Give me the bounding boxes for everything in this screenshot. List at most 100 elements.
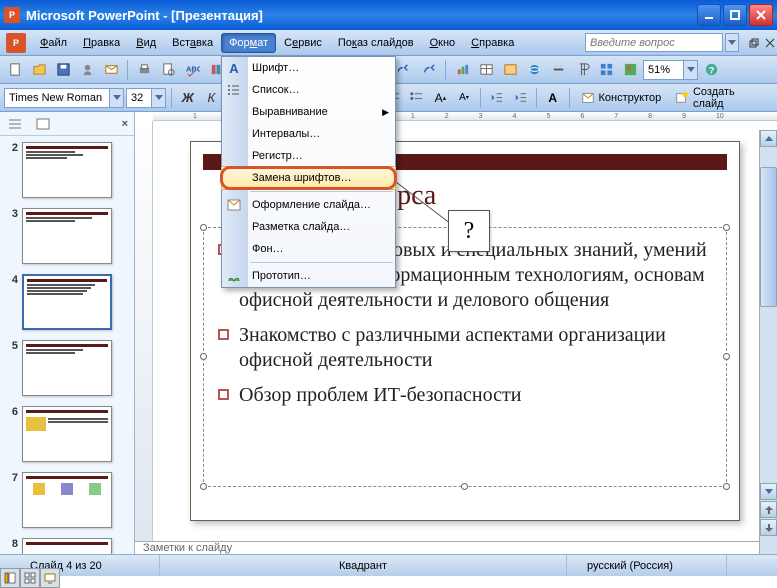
status-template: Квадрант (160, 555, 567, 576)
help-search-dropdown[interactable] (725, 33, 739, 52)
font-color-button[interactable]: A (542, 87, 564, 109)
vertical-ruler[interactable] (135, 121, 153, 541)
maximize-button[interactable] (723, 4, 747, 26)
menu-item-prototype[interactable]: Прототип… (222, 265, 395, 287)
thumbnails-list[interactable]: 2 3 4 5 6 7 8 (0, 136, 134, 554)
bold-button[interactable]: Ж (177, 87, 199, 109)
thumbnail-slide[interactable] (22, 406, 112, 462)
menu-window[interactable]: Окно (422, 33, 464, 53)
normal-view-button[interactable] (0, 568, 20, 588)
increase-font-button[interactable]: A▴ (430, 87, 452, 109)
restore-doc-button[interactable] (747, 36, 761, 50)
italic-button[interactable]: К (201, 87, 223, 109)
thumbnail-slide-active[interactable] (22, 274, 112, 330)
view-buttons (0, 568, 60, 588)
slides-tab[interactable] (34, 116, 52, 132)
bullet-marker (218, 389, 229, 400)
menu-file[interactable]: Файл (32, 33, 75, 53)
thumbnail-slide[interactable] (22, 340, 112, 396)
notes-pane[interactable]: Заметки к слайду (135, 541, 777, 554)
svg-text:ABC: ABC (185, 64, 199, 73)
menu-help[interactable]: Справка (463, 33, 522, 53)
table-button[interactable] (475, 59, 497, 81)
scroll-thumb[interactable] (760, 167, 777, 307)
permission-button[interactable] (76, 59, 98, 81)
design-button[interactable]: Конструктор (575, 87, 668, 109)
scroll-down-button[interactable] (760, 483, 777, 500)
menu-label: Список… (252, 84, 300, 96)
help-button[interactable]: ? (700, 59, 722, 81)
hyperlink-button[interactable] (523, 59, 545, 81)
sorter-view-button[interactable] (20, 568, 40, 588)
menubar: P Файл Правка Вид Вставка Формат Сервис … (0, 30, 777, 56)
svg-text:?: ? (708, 65, 714, 75)
close-doc-button[interactable] (763, 36, 777, 50)
close-button[interactable] (749, 4, 773, 26)
menu-insert[interactable]: Вставка (164, 33, 221, 53)
menu-item-slide-design[interactable]: Оформление слайда… (222, 194, 395, 216)
menu-slideshow[interactable]: Показ слайдов (330, 33, 422, 53)
menu-format[interactable]: Формат (221, 33, 276, 53)
prev-slide-button[interactable] (760, 501, 777, 518)
color-button[interactable] (619, 59, 641, 81)
undo-button[interactable] (394, 59, 416, 81)
bullets-button[interactable] (406, 87, 428, 109)
callout-line (396, 182, 456, 232)
menu-item-replace-fonts[interactable]: Замена шрифтов… (222, 167, 395, 189)
status-language[interactable]: русский (Россия) (567, 555, 727, 576)
menu-label: Прототип… (252, 270, 311, 282)
outline-tab[interactable] (6, 116, 24, 132)
grid-button[interactable] (595, 59, 617, 81)
redo-button[interactable] (418, 59, 440, 81)
thumbnail-slide[interactable] (22, 208, 112, 264)
decrease-indent-button[interactable] (486, 87, 508, 109)
vertical-scrollbar[interactable] (759, 130, 777, 554)
menu-label: Оформление слайда… (252, 199, 371, 211)
show-formatting-button[interactable] (571, 59, 593, 81)
new-slide-button[interactable]: Создать слайд (669, 87, 773, 109)
thumb-number: 5 (4, 340, 18, 352)
slideshow-view-button[interactable] (40, 568, 60, 588)
help-search-input[interactable] (585, 33, 723, 52)
menu-item-slide-layout[interactable]: Разметка слайда… (222, 216, 395, 238)
thumbnail-slide[interactable] (22, 538, 112, 554)
menu-view[interactable]: Вид (128, 33, 164, 53)
thumbnail-slide[interactable] (22, 472, 112, 528)
bullet-marker (218, 329, 229, 340)
email-button[interactable] (100, 59, 122, 81)
scroll-up-button[interactable] (760, 130, 777, 147)
spelling-button[interactable]: ABC (181, 59, 203, 81)
menu-edit[interactable]: Правка (75, 33, 128, 53)
decrease-font-button[interactable]: A▾ (453, 87, 475, 109)
minimize-button[interactable] (697, 4, 721, 26)
close-pane-button[interactable]: × (122, 118, 128, 130)
thumbnail-slide[interactable] (22, 142, 112, 198)
menu-tools[interactable]: Сервис (276, 33, 330, 53)
status-extra (727, 555, 767, 576)
bullet-item[interactable]: Знакомство с различными аспектами органи… (218, 323, 712, 373)
increase-indent-button[interactable] (509, 87, 531, 109)
new-button[interactable] (4, 59, 26, 81)
menu-item-list[interactable]: Список… (222, 79, 395, 101)
next-slide-button[interactable] (760, 519, 777, 536)
menu-item-background[interactable]: Фон… (222, 238, 395, 260)
font-size-combo[interactable]: 32 (126, 88, 166, 108)
menu-item-font[interactable]: AШрифт… (222, 57, 395, 79)
format-dropdown: AШрифт… Список… Выравнивание▶ Интервалы…… (221, 56, 396, 288)
help-search[interactable] (585, 33, 739, 52)
open-button[interactable] (28, 59, 50, 81)
print-preview-button[interactable] (157, 59, 179, 81)
zoom-combo[interactable]: 51% (643, 60, 698, 80)
save-button[interactable] (52, 59, 74, 81)
prototype-icon (226, 268, 242, 284)
submenu-arrow-icon: ▶ (382, 107, 389, 118)
tables-borders-button[interactable] (499, 59, 521, 81)
menu-item-alignment[interactable]: Выравнивание▶ (222, 101, 395, 123)
menu-item-case[interactable]: Регистр… (222, 145, 395, 167)
chart-button[interactable] (451, 59, 473, 81)
print-button[interactable] (133, 59, 155, 81)
font-name-combo[interactable]: Times New Roman (4, 88, 124, 108)
menu-item-linespacing[interactable]: Интервалы… (222, 123, 395, 145)
expand-button[interactable] (547, 59, 569, 81)
bullet-item[interactable]: Обзор проблем ИТ-безопасности (218, 383, 712, 408)
